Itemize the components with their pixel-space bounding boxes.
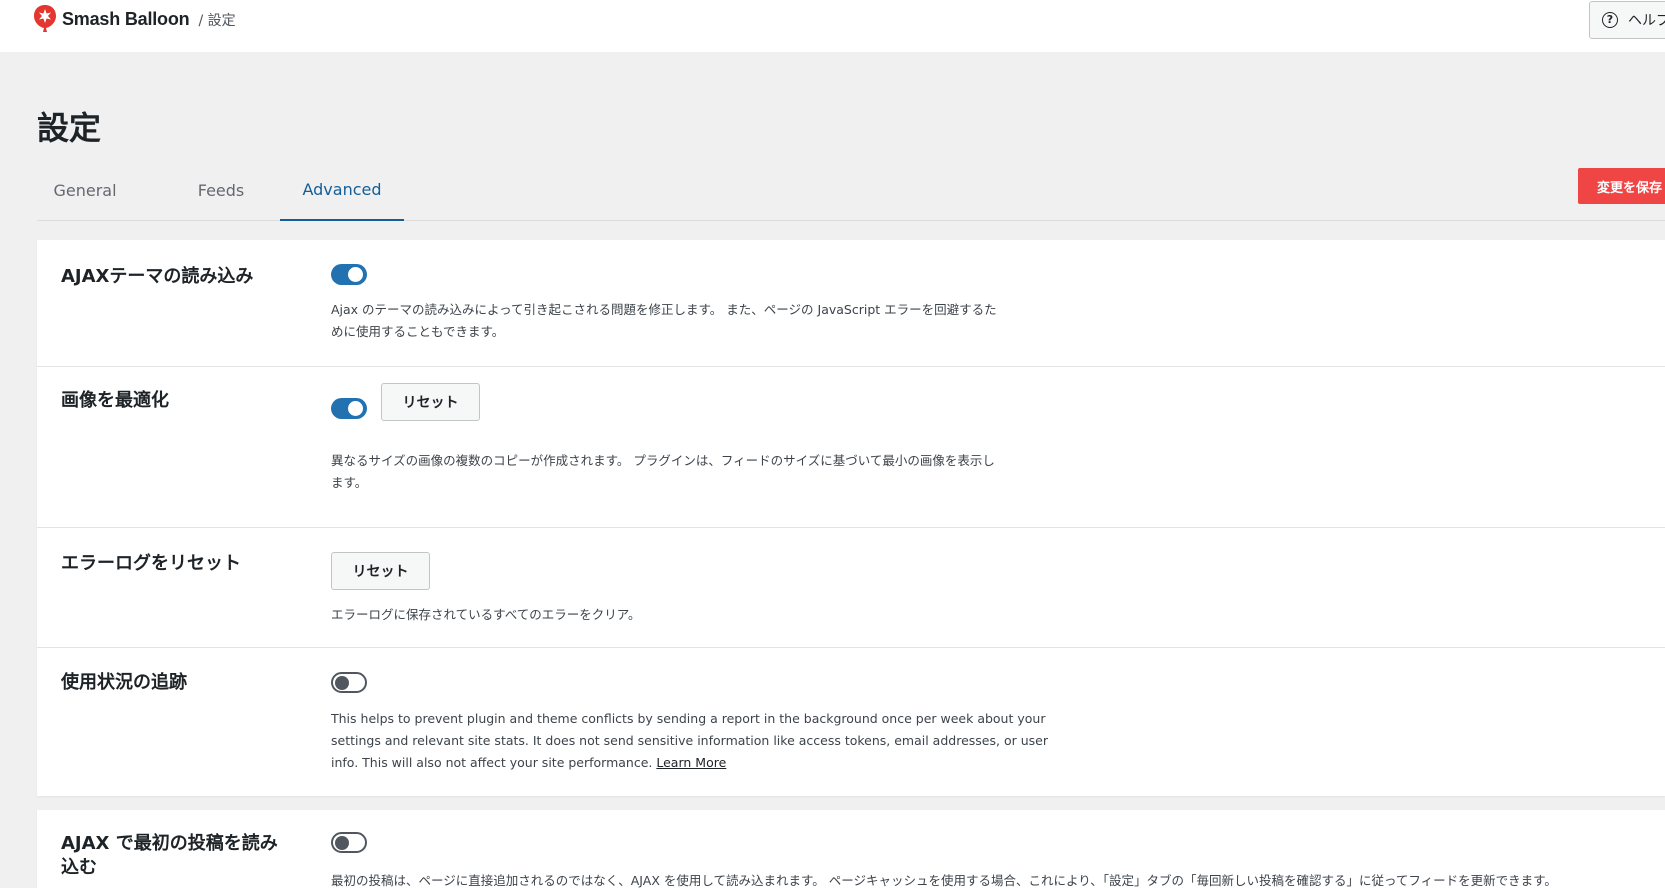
ajax-theme-toggle[interactable]	[331, 264, 367, 285]
description-line: ます。	[331, 475, 368, 490]
tab-advanced[interactable]: Advanced	[280, 160, 404, 221]
learn-more-link[interactable]: Learn More	[656, 755, 726, 770]
smash-balloon-logo-icon	[34, 5, 56, 32]
breadcrumb: / 設定	[198, 12, 236, 29]
description-line: 異なるサイズの画像の複数のコピーが作成されます。 プラグインは、フィードのサイズ…	[331, 453, 995, 468]
toggle-knob	[335, 675, 349, 690]
description-text: info. This will also not affect your sit…	[331, 755, 653, 770]
description-line: settings and relevant site stats. It doe…	[331, 733, 1048, 748]
setting-description: 異なるサイズの画像の複数のコピーが作成されます。 プラグインは、フィードのサイズ…	[331, 450, 1031, 494]
tab-feeds[interactable]: Feeds	[165, 160, 277, 221]
save-changes-button[interactable]: 変更を保存	[1578, 168, 1665, 204]
advanced-settings-panel: AJAXテーマの読み込み Ajax のテーマの読み込みによって引き起こされる問題…	[37, 240, 1665, 796]
setting-description: 最初の投稿は、ページに直接追加されるのではなく、AJAX を使用して読み込まれま…	[331, 870, 1651, 888]
top-header: Smash Balloon / 設定 ? ヘルプ	[0, 0, 1665, 52]
ajax-first-post-panel: AJAX で最初の投稿を読み込む 最初の投稿は、ページに直接追加されるのではなく…	[37, 810, 1665, 888]
toggle-knob	[348, 401, 363, 416]
help-button-label: ヘルプ	[1628, 13, 1665, 29]
ajax-first-post-toggle[interactable]	[331, 832, 367, 853]
description-line: Ajax のテーマの読み込みによって引き起こされる問題を修正します。 また、ペー…	[331, 302, 997, 317]
description-line: info. This will also not affect your sit…	[331, 752, 1051, 774]
setting-row-usage-tracking: 使用状況の追跡 This helps to prevent plugin and…	[37, 648, 1665, 796]
description-line: めに使用することもできます。	[331, 324, 505, 339]
usage-tracking-toggle[interactable]	[331, 672, 367, 693]
brand[interactable]: Smash Balloon / 設定	[33, 4, 236, 34]
setting-label: 画像を最適化	[61, 390, 169, 411]
setting-row-reset-error-log: エラーログをリセット リセット エラーログに保存されているすべてのエラーをクリア…	[37, 528, 1665, 648]
help-circle-icon: ?	[1602, 12, 1618, 28]
description-line: 最初の投稿は、ページに直接追加されるのではなく、AJAX を使用して読み込まれま…	[331, 873, 1557, 888]
setting-row-ajax-first-post: AJAX で最初の投稿を読み込む 最初の投稿は、ページに直接追加されるのではなく…	[37, 810, 1665, 888]
reset-error-log-button[interactable]: リセット	[331, 552, 430, 590]
optimize-images-toggle[interactable]	[331, 398, 367, 419]
setting-description: エラーログに保存されているすべてのエラーをクリア。	[331, 604, 1031, 626]
help-button[interactable]: ? ヘルプ	[1589, 1, 1665, 39]
brand-name: Smash Balloon	[62, 8, 190, 29]
page-title: 設定	[37, 109, 102, 147]
setting-description: Ajax のテーマの読み込みによって引き起こされる問題を修正します。 また、ペー…	[331, 299, 1031, 343]
setting-description: This helps to prevent plugin and theme c…	[331, 708, 1051, 774]
setting-label: AJAXテーマの読み込み	[61, 266, 254, 287]
setting-label: 使用状況の追跡	[61, 672, 187, 693]
setting-label: AJAX で最初の投稿を読み込む	[61, 833, 278, 878]
description-line: エラーログに保存されているすべてのエラーをクリア。	[331, 607, 641, 622]
reset-images-button[interactable]: リセット	[381, 383, 480, 421]
tab-general[interactable]: General	[37, 160, 133, 221]
toggle-knob	[335, 835, 349, 850]
setting-row-optimize-images: 画像を最適化 リセット 異なるサイズの画像の複数のコピーが作成されます。 プラグ…	[37, 367, 1665, 528]
toggle-knob	[348, 267, 363, 282]
setting-label: エラーログをリセット	[61, 553, 241, 574]
settings-tabs: General Feeds Advanced	[37, 160, 1665, 221]
setting-row-ajax-theme: AJAXテーマの読み込み Ajax のテーマの読み込みによって引き起こされる問題…	[37, 240, 1665, 367]
description-line: This helps to prevent plugin and theme c…	[331, 711, 1046, 726]
